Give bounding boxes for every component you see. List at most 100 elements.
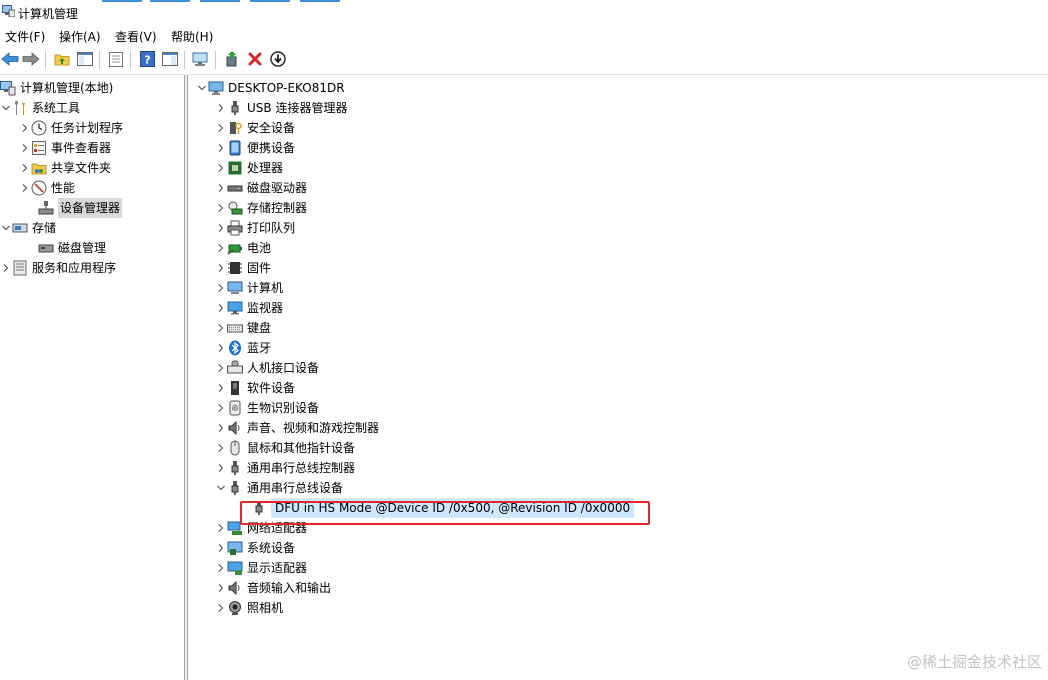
chevron-right-icon[interactable] bbox=[19, 118, 31, 138]
computer-icon bbox=[227, 280, 243, 296]
category-sound-video-game[interactable]: 声音、视频和游戏控制器 bbox=[215, 418, 379, 438]
device-dfu-hs-mode[interactable]: DFU in HS Mode @Device ID /0x500, @Revis… bbox=[251, 498, 635, 518]
category-usb-connector[interactable]: USB 连接器管理器 bbox=[215, 98, 347, 118]
category-storage-controllers[interactable]: 存储控制器 bbox=[215, 198, 307, 218]
category-keyboards[interactable]: 键盘 bbox=[215, 318, 271, 338]
tree-item-shared-folders[interactable]: 共享文件夹 bbox=[19, 158, 111, 178]
software-device-icon bbox=[227, 380, 243, 396]
category-batteries[interactable]: 电池 bbox=[215, 238, 271, 258]
chevron-right-icon[interactable] bbox=[215, 358, 227, 378]
tree-item-root[interactable]: 计算机管理(本地) bbox=[0, 78, 113, 98]
category-hid[interactable]: 人机接口设备 bbox=[215, 358, 319, 378]
menu-file[interactable]: 文件(F) bbox=[5, 28, 45, 45]
category-label: 便携设备 bbox=[247, 141, 296, 155]
chevron-right-icon[interactable] bbox=[215, 438, 227, 458]
category-network-adapters[interactable]: 网络适配器 bbox=[215, 518, 307, 538]
category-security-devices[interactable]: 安全设备 bbox=[215, 118, 295, 138]
chevron-right-icon[interactable] bbox=[215, 398, 227, 418]
usb-icon bbox=[227, 460, 243, 476]
category-usb-devices[interactable]: 通用串行总线设备 bbox=[215, 478, 343, 498]
disable-icon[interactable] bbox=[268, 49, 288, 69]
category-computer[interactable]: 计算机 bbox=[215, 278, 283, 298]
device-manager-icon bbox=[38, 200, 54, 216]
chevron-down-icon[interactable] bbox=[196, 78, 208, 98]
tree-item-disk-management[interactable]: 磁盘管理 bbox=[38, 238, 106, 258]
properties-icon[interactable] bbox=[106, 49, 126, 69]
chevron-right-icon[interactable] bbox=[215, 578, 227, 598]
chevron-right-icon[interactable] bbox=[215, 238, 227, 258]
category-audio-io[interactable]: 音频输入和输出 bbox=[215, 578, 331, 598]
category-print-queues[interactable]: 打印队列 bbox=[215, 218, 295, 238]
help-icon[interactable]: ? bbox=[137, 49, 157, 69]
category-display-adapters[interactable]: 显示适配器 bbox=[215, 558, 307, 578]
show-action-pane-icon[interactable] bbox=[160, 49, 180, 69]
chevron-right-icon[interactable] bbox=[215, 218, 227, 238]
chevron-right-icon[interactable] bbox=[215, 98, 227, 118]
back-icon[interactable] bbox=[0, 49, 20, 69]
show-hide-tree-icon[interactable] bbox=[75, 49, 95, 69]
category-cameras[interactable]: 照相机 bbox=[215, 598, 283, 618]
chevron-right-icon[interactable] bbox=[215, 158, 227, 178]
tree-item-device-manager[interactable]: 设备管理器 bbox=[38, 198, 123, 218]
chevron-right-icon[interactable] bbox=[215, 538, 227, 558]
tree-item-event-viewer[interactable]: 事件查看器 bbox=[19, 138, 111, 158]
chevron-right-icon[interactable] bbox=[215, 338, 227, 358]
chevron-right-icon[interactable] bbox=[215, 278, 227, 298]
chevron-right-icon[interactable] bbox=[0, 258, 12, 278]
chevron-right-icon[interactable] bbox=[215, 298, 227, 318]
category-mice[interactable]: 鼠标和其他指针设备 bbox=[215, 438, 355, 458]
category-label: 处理器 bbox=[247, 161, 284, 175]
tree-item-label: 计算机管理(本地) bbox=[20, 81, 114, 95]
forward-icon[interactable] bbox=[21, 49, 41, 69]
toolbar: ? bbox=[0, 46, 1048, 75]
chevron-right-icon[interactable] bbox=[215, 418, 227, 438]
category-biometric[interactable]: 生物识别设备 bbox=[215, 398, 319, 418]
category-monitors[interactable]: 监视器 bbox=[215, 298, 283, 318]
chevron-down-icon[interactable] bbox=[0, 218, 12, 238]
menu-view[interactable]: 查看(V) bbox=[115, 28, 157, 45]
category-system-devices[interactable]: 系统设备 bbox=[215, 538, 295, 558]
menu-help[interactable]: 帮助(H) bbox=[171, 28, 213, 45]
tree-item-storage[interactable]: 存储 bbox=[0, 218, 56, 238]
up-folder-icon[interactable] bbox=[52, 49, 72, 69]
tree-item-label: 事件查看器 bbox=[51, 141, 112, 155]
device-tree-root[interactable]: DESKTOP-EKO81DR bbox=[196, 78, 345, 98]
chevron-right-icon[interactable] bbox=[215, 458, 227, 478]
chevron-right-icon[interactable] bbox=[215, 198, 227, 218]
chevron-right-icon[interactable] bbox=[215, 378, 227, 398]
speaker-icon bbox=[227, 580, 243, 596]
menu-action[interactable]: 操作(A) bbox=[59, 28, 101, 45]
category-usb-controllers[interactable]: 通用串行总线控制器 bbox=[215, 458, 355, 478]
chevron-down-icon[interactable] bbox=[215, 478, 227, 498]
chevron-right-icon[interactable] bbox=[19, 178, 31, 198]
tree-item-system-tools[interactable]: 系统工具 bbox=[0, 98, 80, 118]
chevron-right-icon[interactable] bbox=[215, 318, 227, 338]
toolbar-separator bbox=[215, 51, 216, 69]
chevron-right-icon[interactable] bbox=[215, 118, 227, 138]
tree-item-performance[interactable]: 性能 bbox=[19, 178, 75, 198]
category-firmware[interactable]: 固件 bbox=[215, 258, 271, 278]
chevron-right-icon[interactable] bbox=[19, 158, 31, 178]
update-driver-icon[interactable] bbox=[222, 49, 242, 69]
tree-item-services-apps[interactable]: 服务和应用程序 bbox=[0, 258, 116, 278]
svg-text:?: ? bbox=[144, 54, 150, 67]
chevron-down-icon[interactable] bbox=[0, 98, 12, 118]
tree-item-task-scheduler[interactable]: 任务计划程序 bbox=[19, 118, 123, 138]
uninstall-icon[interactable] bbox=[245, 49, 265, 69]
category-bluetooth[interactable]: 蓝牙 bbox=[215, 338, 271, 358]
category-software-devices[interactable]: 软件设备 bbox=[215, 378, 295, 398]
chevron-right-icon[interactable] bbox=[215, 598, 227, 618]
category-disk-drives[interactable]: 磁盘驱动器 bbox=[215, 178, 307, 198]
category-processors[interactable]: 处理器 bbox=[215, 158, 283, 178]
scan-hardware-icon[interactable] bbox=[191, 49, 211, 69]
title-bar: 计算机管理 bbox=[0, 0, 1048, 24]
category-portable-devices[interactable]: 便携设备 bbox=[215, 138, 295, 158]
chevron-right-icon[interactable] bbox=[215, 518, 227, 538]
toolbar-separator bbox=[45, 51, 46, 69]
chevron-right-icon[interactable] bbox=[19, 138, 31, 158]
chevron-right-icon[interactable] bbox=[215, 138, 227, 158]
chevron-right-icon[interactable] bbox=[215, 258, 227, 278]
chevron-right-icon[interactable] bbox=[215, 558, 227, 578]
chevron-right-icon[interactable] bbox=[215, 178, 227, 198]
category-label: 音频输入和输出 bbox=[247, 581, 332, 595]
